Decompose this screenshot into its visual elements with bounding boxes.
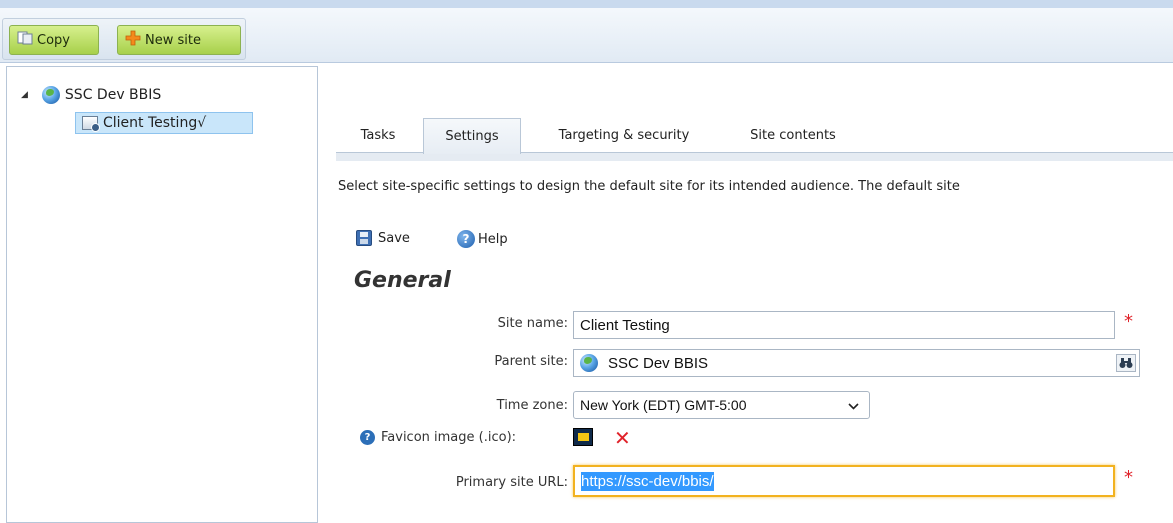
tree-node-selected[interactable]: Client Testing√ <box>75 112 253 134</box>
primary-url-label: Primary site URL: <box>455 475 568 490</box>
globe-icon <box>580 354 598 372</box>
tab-settings[interactable]: Settings <box>423 118 521 154</box>
help-label: Help <box>478 231 508 247</box>
section-title: General <box>354 268 451 293</box>
new-site-button-label: New site <box>145 32 201 48</box>
chevron-down-icon <box>848 397 859 413</box>
required-asterisk: * <box>1124 467 1133 488</box>
site-name-input[interactable]: Client Testing <box>573 311 1115 339</box>
new-site-button[interactable]: New site <box>117 25 241 55</box>
required-asterisk: * <box>1124 311 1133 332</box>
primary-url-input[interactable]: https://ssc-dev/bbis/ <box>573 465 1115 497</box>
favicon-label-group: ? Favicon image (.ico): <box>360 430 516 445</box>
parent-site-value: SSC Dev BBIS <box>608 354 709 372</box>
time-zone-label: Time zone: <box>496 398 568 413</box>
expand-arrow-icon[interactable]: ◢ <box>21 90 28 100</box>
intro-text: Select site-specific settings to design … <box>338 179 960 194</box>
save-button[interactable]: Save <box>356 230 410 246</box>
floppy-disk-icon <box>356 230 372 246</box>
copy-button-label: Copy <box>37 32 70 48</box>
tab-tasks[interactable]: Tasks <box>342 118 414 153</box>
tree-root-label: SSC Dev BBIS <box>64 87 162 103</box>
toolbar-group: Copy New site <box>2 18 246 60</box>
help-button[interactable]: ? Help <box>457 230 508 248</box>
info-help-icon[interactable]: ? <box>360 430 375 445</box>
binoculars-search-icon[interactable] <box>1116 354 1136 372</box>
site-name-label: Site name: <box>497 316 568 331</box>
save-label: Save <box>378 230 410 246</box>
time-zone-select[interactable]: New York (EDT) GMT-5:00 <box>573 391 870 419</box>
site-name-value: Client Testing <box>580 316 670 334</box>
copy-icon <box>17 31 33 49</box>
tab-site-contents[interactable]: Site contents <box>728 118 858 153</box>
primary-url-value: https://ssc-dev/bbis/ <box>581 471 714 491</box>
add-icon <box>125 30 141 50</box>
globe-icon <box>41 86 60 104</box>
tab-targeting-security[interactable]: Targeting & security <box>528 118 720 153</box>
help-icon: ? <box>457 230 475 248</box>
time-zone-value: New York (EDT) GMT-5:00 <box>580 397 747 413</box>
favicon-thumbnail-icon[interactable] <box>573 428 593 446</box>
site-page-icon <box>82 116 100 132</box>
tree-node-root[interactable]: ◢ SSC Dev BBIS <box>21 86 161 104</box>
remove-favicon-icon[interactable]: ✕ <box>614 426 631 450</box>
parent-site-label: Parent site: <box>494 354 568 369</box>
parent-site-field[interactable]: SSC Dev BBIS <box>573 349 1140 377</box>
top-stripe <box>0 0 1173 8</box>
site-tree-panel: ◢ SSC Dev BBIS Client Testing√ <box>6 66 318 523</box>
copy-button[interactable]: Copy <box>9 25 99 55</box>
favicon-label: Favicon image (.ico): <box>381 430 517 445</box>
tree-child-label: Client Testing√ <box>103 115 207 131</box>
toolbar: Copy New site <box>0 8 1173 63</box>
